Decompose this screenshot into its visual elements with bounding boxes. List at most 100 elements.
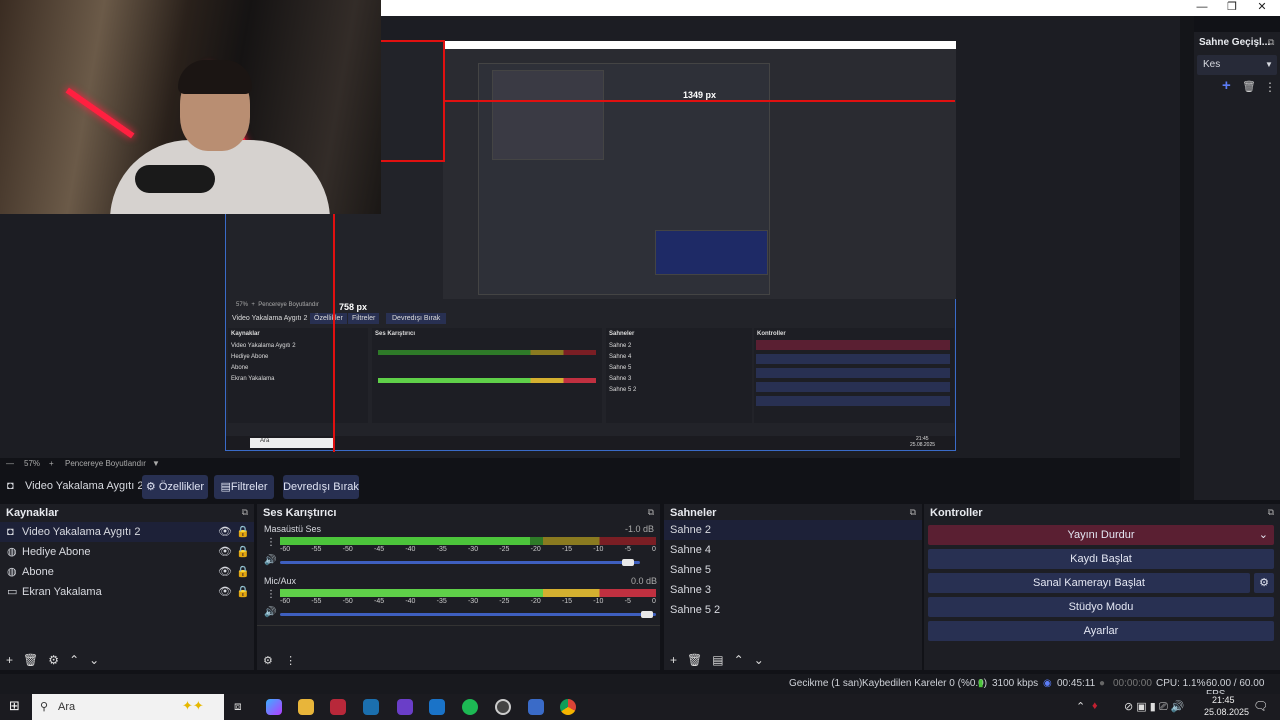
controls-title: Kontroller xyxy=(930,507,983,519)
filter-icon[interactable]: ▤ xyxy=(712,653,723,667)
meter-tick-label: -15 xyxy=(561,546,573,553)
volume-slider[interactable] xyxy=(280,613,656,616)
volume-knob[interactable] xyxy=(622,559,634,566)
lock-icon[interactable]: 🔒 xyxy=(236,522,250,542)
dock-icon[interactable]: ⧉ xyxy=(1268,507,1274,518)
task-view-icon[interactable]: ⧈ xyxy=(234,699,242,714)
add-transition-icon[interactable]: + xyxy=(1222,77,1231,94)
nested-sources-panel: Kaynaklar Video Yakalama Aygıtı 2 Hediye … xyxy=(228,328,368,423)
copilot-icon[interactable] xyxy=(266,699,282,715)
dock-icon[interactable]: ⧉ xyxy=(1268,37,1274,48)
scene-item[interactable]: Sahne 5 2 xyxy=(664,600,922,620)
spotify-icon[interactable] xyxy=(462,699,478,715)
windows-start-icon[interactable]: ⊞ xyxy=(9,698,20,714)
up-arrow-icon[interactable]: ⌃ xyxy=(734,653,744,667)
add-icon[interactable]: + xyxy=(670,653,677,667)
up-arrow-icon[interactable]: ⌃ xyxy=(69,653,79,667)
meter-tick-label: -30 xyxy=(467,598,479,605)
lock-icon[interactable]: 🔒 xyxy=(236,562,250,582)
eye-icon[interactable]: 👁 xyxy=(218,582,232,602)
tray-chevron-icon[interactable]: ⌃ xyxy=(1076,700,1085,713)
scenes-panel: Sahneler ⧉ Sahne 2 Sahne 4 Sahne 5 Sahne… xyxy=(664,504,922,670)
sources-panel: Kaynaklar ⧉ ◘ Video Yakalama Aygıtı 2 👁 … xyxy=(0,504,254,670)
start-virtual-camera-button[interactable]: Sanal Kamerayı Başlat xyxy=(928,573,1250,593)
clock-time[interactable]: 21:45 xyxy=(1212,695,1235,705)
nested-level-3 xyxy=(492,70,604,160)
eye-icon[interactable]: 👁 xyxy=(218,542,232,562)
source-item[interactable]: ▭ Ekran Yakalama 👁 🔒 xyxy=(0,582,254,602)
add-icon[interactable]: + xyxy=(6,653,13,667)
down-arrow-icon[interactable]: ⌄ xyxy=(89,653,99,667)
stream-time: 00:45:11 xyxy=(1057,678,1096,689)
bitrate-status: 3100 kbps xyxy=(992,678,1039,689)
zoom-minus[interactable]: — xyxy=(6,459,14,468)
window-titlebar: — ❐ ✕ xyxy=(381,0,1280,16)
minimize-button[interactable]: — xyxy=(1187,0,1217,16)
discord-icon[interactable] xyxy=(397,699,413,715)
lock-icon[interactable]: 🔒 xyxy=(236,582,250,602)
properties-button[interactable]: ⚙ Özellikler xyxy=(142,475,208,499)
source-item[interactable]: ◍ Abone 👁 🔒 xyxy=(0,562,254,582)
close-button[interactable]: ✕ xyxy=(1247,0,1277,16)
filters-button[interactable]: ▤Filtreler xyxy=(214,475,274,499)
trash-icon[interactable]: 🗑 xyxy=(687,653,702,667)
chevron-down-icon[interactable]: ⌄ xyxy=(1259,525,1268,545)
scene-item[interactable]: Sahne 2 xyxy=(664,520,922,540)
scenes-title: Sahneler xyxy=(670,507,717,519)
clock-date[interactable]: 25.08.2025 xyxy=(1204,707,1249,717)
file-explorer-icon[interactable] xyxy=(298,699,314,715)
advanced-audio-icon[interactable]: ⚙ xyxy=(263,655,273,667)
more-icon[interactable]: ⋮ xyxy=(1264,80,1276,94)
meter-tick-label: -15 xyxy=(561,598,573,605)
zoom-percent[interactable]: 57% xyxy=(24,459,40,468)
meter-tick-label: -45 xyxy=(373,546,385,553)
stop-stream-button[interactable]: Yayını Durdur ⌄ xyxy=(928,525,1274,545)
webcam-video xyxy=(0,0,381,214)
steam-icon[interactable] xyxy=(363,699,379,715)
outlook-icon[interactable] xyxy=(429,699,445,715)
chrome-icon[interactable] xyxy=(560,699,576,715)
disable-button[interactable]: Devredışı Bırak xyxy=(283,475,359,499)
studio-mode-button[interactable]: Stüdyo Modu xyxy=(928,597,1274,617)
source-item[interactable]: ◍ Hediye Abone 👁 🔒 xyxy=(0,542,254,562)
obs-icon[interactable] xyxy=(495,699,511,715)
speaker-icon[interactable]: 🔊 xyxy=(264,607,276,618)
dock-icon[interactable]: ⧉ xyxy=(910,507,916,518)
more-icon[interactable]: ⋮ xyxy=(266,537,276,548)
settings-button[interactable]: Ayarlar xyxy=(928,621,1274,641)
source-item[interactable]: ◘ Video Yakalama Aygıtı 2 👁 🔒 xyxy=(0,522,254,542)
fit-dropdown-caret[interactable]: ▼ xyxy=(152,459,160,468)
sparkle-icon: ✦✦ xyxy=(182,698,204,713)
fit-window-label[interactable]: Pencereye Boyutlandır xyxy=(65,459,146,468)
gear-icon[interactable]: ⚙ xyxy=(1254,573,1274,593)
app-icon[interactable] xyxy=(528,699,544,715)
more-icon[interactable]: ⋮ xyxy=(266,589,276,600)
zoom-plus[interactable]: + xyxy=(49,459,54,468)
tray-app-icon[interactable]: ♦ xyxy=(1092,700,1098,712)
start-recording-button[interactable]: Kaydı Başlat xyxy=(928,549,1274,569)
nested-titlebar xyxy=(443,41,956,49)
maximize-button[interactable]: ❐ xyxy=(1217,0,1247,16)
gear-icon[interactable]: ⚙ xyxy=(48,653,59,667)
nested-taskbar: Ara 21:45 25.08.2025 xyxy=(226,436,955,450)
transition-select[interactable]: Kes ▼ xyxy=(1197,55,1277,75)
speaker-icon[interactable]: 🔊 xyxy=(264,555,276,566)
trash-icon[interactable]: 🗑 xyxy=(23,653,38,667)
dock-icon[interactable]: ⧉ xyxy=(242,507,248,518)
lock-icon[interactable]: 🔒 xyxy=(236,542,250,562)
more-icon[interactable]: ⋮ xyxy=(285,655,296,667)
scene-item[interactable]: Sahne 4 xyxy=(664,540,922,560)
scene-item[interactable]: Sahne 3 xyxy=(664,580,922,600)
app-icon[interactable] xyxy=(330,699,346,715)
trash-icon[interactable]: 🗑 xyxy=(1242,80,1256,93)
volume-knob[interactable] xyxy=(641,611,653,618)
volume-slider[interactable] xyxy=(280,561,640,564)
notification-icon[interactable]: 🗨 xyxy=(1253,699,1268,713)
eye-icon[interactable]: 👁 xyxy=(218,522,232,542)
dock-icon[interactable]: ⧉ xyxy=(648,507,654,518)
audio-mixer-panel: Ses Karıştırıcı ⧉ Masaüstü Ses -1.0 dB ⋮… xyxy=(257,504,660,670)
tray-icons[interactable]: ⊘ ▣ ▮ ⎚ 🔊 xyxy=(1124,700,1184,714)
scene-item[interactable]: Sahne 5 xyxy=(664,560,922,580)
eye-icon[interactable]: 👁 xyxy=(218,562,232,582)
down-arrow-icon[interactable]: ⌄ xyxy=(754,653,764,667)
